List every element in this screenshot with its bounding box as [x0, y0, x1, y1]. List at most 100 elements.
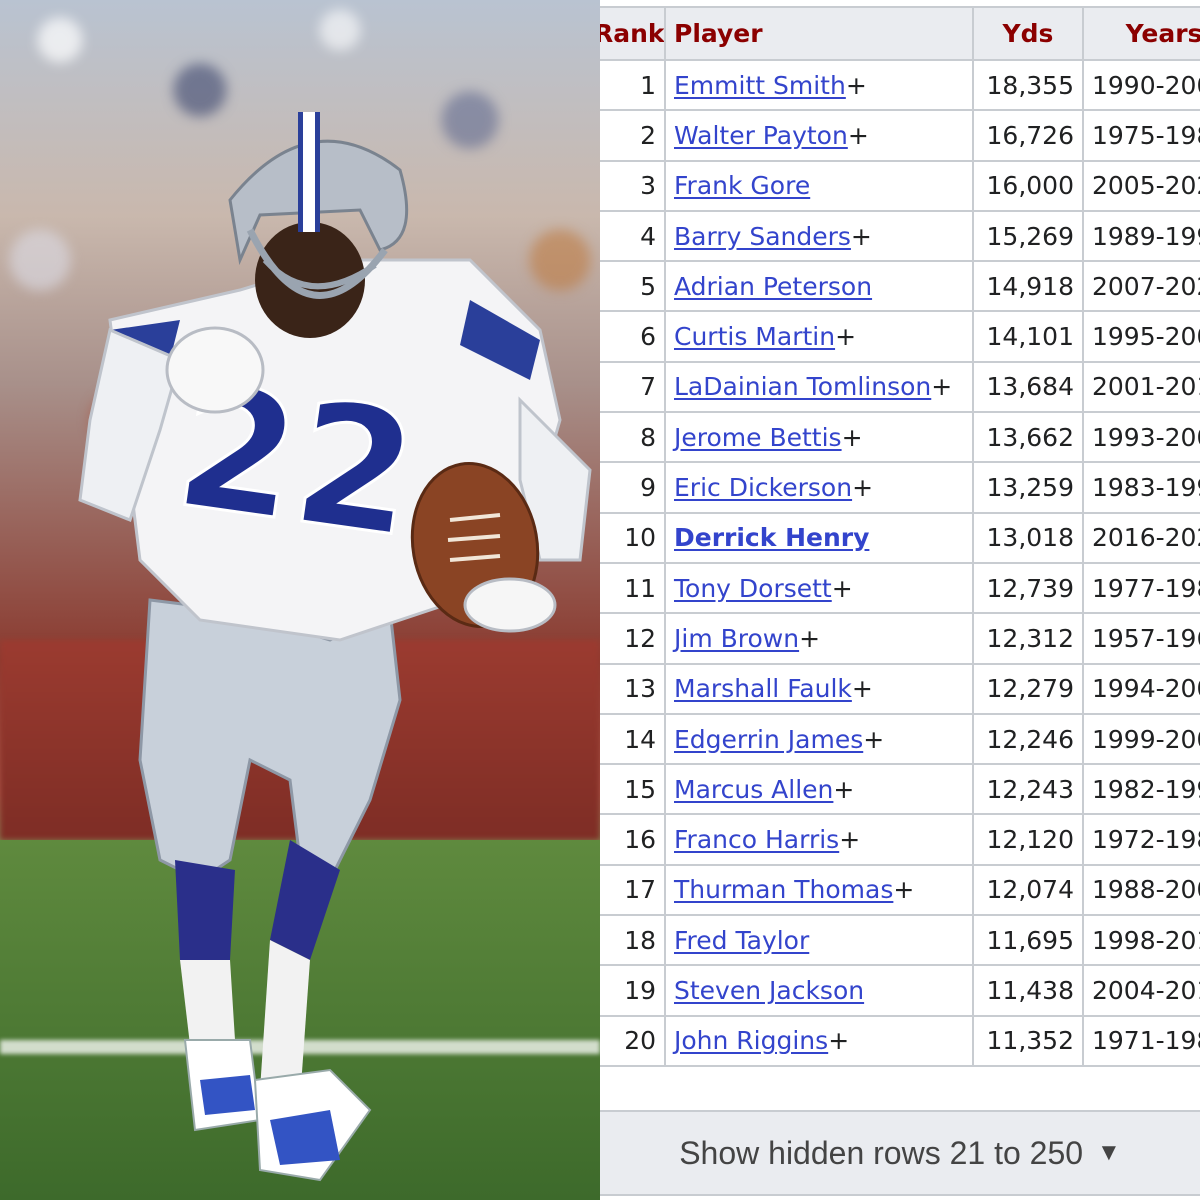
- show-hidden-rows-button[interactable]: Show hidden rows 21 to 250 ▼: [600, 1110, 1200, 1196]
- hall-of-fame-marker: +: [851, 674, 873, 704]
- rank-cell: 1: [600, 58, 666, 112]
- hall-of-fame-marker: +: [931, 372, 953, 402]
- years-cell: 1988-2000: [1082, 863, 1200, 917]
- years-cell: 1982-1997: [1082, 763, 1200, 816]
- player-link[interactable]: Edgerrin James: [674, 725, 863, 754]
- table-row: 19 Steven Jackson 11,4382004-2015: [600, 964, 1200, 1017]
- player-link[interactable]: Barry Sanders: [674, 222, 851, 251]
- yards-cell: 12,246: [972, 712, 1084, 766]
- player-link[interactable]: LaDainian Tomlinson: [674, 372, 931, 401]
- table-row: 20John Riggins+11,3521971-1985: [600, 1014, 1200, 1067]
- table-row: 7LaDainian Tomlinson+13,6842001-2011: [600, 360, 1200, 414]
- column-header-yds[interactable]: Yds: [972, 6, 1084, 61]
- years-cell: 1993-2005: [1082, 411, 1200, 464]
- hall-of-fame-marker: +: [831, 573, 853, 603]
- hall-of-fame-marker: +: [852, 473, 874, 503]
- years-cell: 1971-1985: [1082, 1014, 1200, 1067]
- player-cell: Marcus Allen+: [664, 763, 974, 816]
- yards-cell: 15,269: [972, 209, 1084, 263]
- yards-cell: 16,000: [972, 159, 1084, 212]
- rank-cell: 13: [600, 662, 666, 715]
- player-cell: LaDainian Tomlinson+: [664, 360, 974, 414]
- yards-cell: 13,259: [972, 461, 1084, 514]
- player-cell: Thurman Thomas+: [664, 863, 974, 917]
- player-cell: Emmitt Smith+: [664, 58, 974, 112]
- football-player-illustration: 22: [78, 112, 592, 1182]
- years-cell: 2004-2015: [1082, 964, 1200, 1017]
- player-cell: Tony Dorsett+: [664, 561, 974, 615]
- years-cell: 1989-1998: [1082, 209, 1200, 263]
- years-cell: 2016-2025: [1082, 511, 1200, 564]
- player-link[interactable]: Franco Harris: [674, 825, 839, 854]
- player-link[interactable]: Derrick Henry: [674, 523, 869, 552]
- yards-cell: 14,101: [972, 310, 1084, 363]
- player-link[interactable]: Adrian Peterson: [674, 272, 872, 301]
- rank-cell: 12: [600, 612, 666, 665]
- player-link[interactable]: Fred Taylor: [674, 926, 809, 955]
- player-link[interactable]: Marshall Faulk: [674, 674, 852, 703]
- column-header-player[interactable]: Player: [664, 6, 974, 61]
- years-cell: 1983-1993: [1082, 461, 1200, 514]
- player-cell: Fred Taylor: [664, 914, 974, 967]
- player-link[interactable]: John Riggins: [674, 1026, 828, 1055]
- rank-cell: 3: [600, 159, 666, 212]
- player-link[interactable]: Eric Dickerson: [674, 473, 852, 502]
- hall-of-fame-marker: +: [845, 70, 867, 100]
- player-link[interactable]: Frank Gore: [674, 171, 810, 200]
- hall-of-fame-marker: +: [850, 221, 872, 251]
- yards-cell: 12,120: [972, 813, 1084, 866]
- player-link[interactable]: Jim Brown: [674, 624, 799, 653]
- player-link[interactable]: Curtis Martin: [674, 322, 835, 351]
- player-cell: Steven Jackson: [664, 964, 974, 1017]
- player-cell: Franco Harris+: [664, 813, 974, 866]
- yards-cell: 12,739: [972, 561, 1084, 615]
- player-cell: Adrian Peterson: [664, 260, 974, 313]
- yards-cell: 13,018: [972, 511, 1084, 564]
- table-row: 13Marshall Faulk+12,2791994-2005: [600, 662, 1200, 715]
- yards-cell: 13,684: [972, 360, 1084, 414]
- rank-cell: 9: [600, 461, 666, 514]
- player-link[interactable]: Marcus Allen: [674, 775, 833, 804]
- chevron-down-icon: ▼: [1097, 1139, 1121, 1166]
- years-cell: 1975-1987: [1082, 109, 1200, 162]
- hall-of-fame-marker: +: [835, 322, 857, 352]
- table-row: 16Franco Harris+12,1201972-1984: [600, 813, 1200, 866]
- yards-cell: 12,279: [972, 662, 1084, 715]
- table-row: 5 Adrian Peterson 14,9182007-2021: [600, 260, 1200, 313]
- table-row: 4Barry Sanders+15,2691989-1998: [600, 209, 1200, 263]
- hall-of-fame-marker: +: [839, 825, 861, 855]
- player-link[interactable]: Jerome Bettis: [674, 423, 842, 452]
- years-cell: 1998-2010: [1082, 914, 1200, 967]
- table-row: 15Marcus Allen+12,2431982-1997: [600, 763, 1200, 816]
- rank-cell: 6: [600, 310, 666, 363]
- table-row: 14Edgerrin James+12,2461999-2009: [600, 712, 1200, 766]
- years-cell: 2007-2021: [1082, 260, 1200, 313]
- player-cell: Edgerrin James+: [664, 712, 974, 766]
- table-row: 1Emmitt Smith+18,3551990-2004: [600, 58, 1200, 112]
- hall-of-fame-marker: +: [863, 724, 885, 754]
- hall-of-fame-marker: +: [841, 422, 863, 452]
- column-header-years[interactable]: Years: [1082, 6, 1200, 61]
- yards-cell: 12,074: [972, 863, 1084, 917]
- yards-cell: 11,438: [972, 964, 1084, 1017]
- years-cell: 2005-2020: [1082, 159, 1200, 212]
- years-cell: 1977-1988: [1082, 561, 1200, 615]
- yards-cell: 12,243: [972, 763, 1084, 816]
- table-row: 6Curtis Martin+14,1011995-2005: [600, 310, 1200, 363]
- table-row: 9 Eric Dickerson+13,2591983-1993: [600, 461, 1200, 514]
- table-row: 2Walter Payton+16,7261975-1987: [600, 109, 1200, 162]
- hall-of-fame-marker: +: [847, 120, 869, 150]
- player-link[interactable]: Walter Payton: [674, 121, 848, 150]
- rank-cell: 11: [600, 561, 666, 615]
- player-link[interactable]: Tony Dorsett: [674, 574, 832, 603]
- rank-cell: 17: [600, 863, 666, 917]
- years-cell: 1990-2004: [1082, 58, 1200, 112]
- column-header-rank[interactable]: Rank: [600, 6, 666, 61]
- player-link[interactable]: Emmitt Smith: [674, 71, 846, 100]
- player-link[interactable]: Steven Jackson: [674, 976, 864, 1005]
- yards-cell: 12,312: [972, 612, 1084, 665]
- table-row: 18 Fred Taylor 11,6951998-2010: [600, 914, 1200, 967]
- player-photo: 22: [0, 0, 600, 1200]
- player-cell: Curtis Martin+: [664, 310, 974, 363]
- player-link[interactable]: Thurman Thomas: [674, 875, 893, 904]
